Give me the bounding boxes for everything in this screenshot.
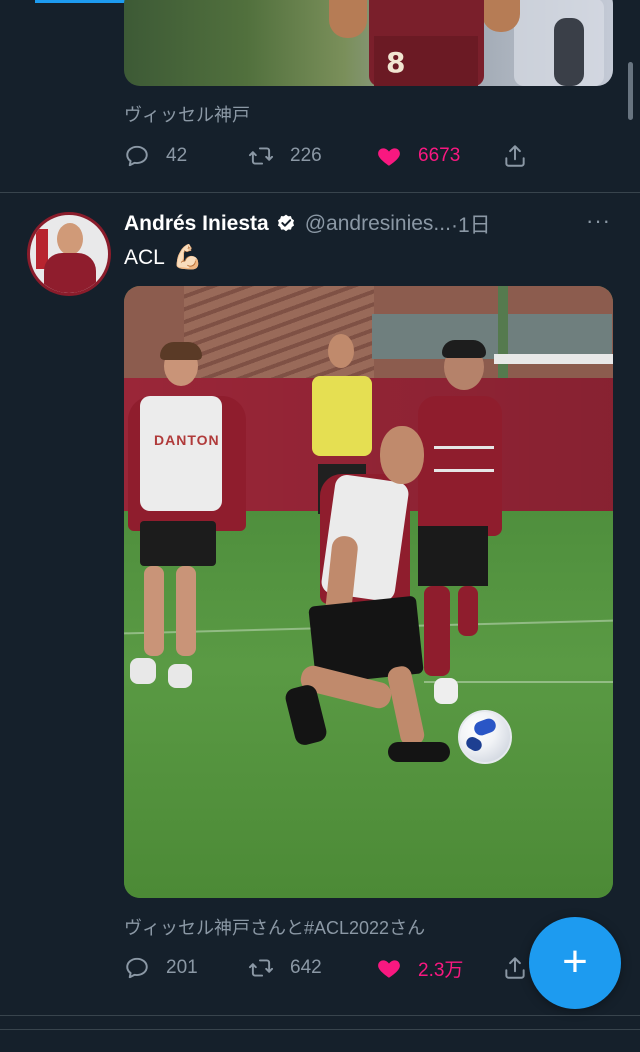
photo-window <box>372 314 612 359</box>
retweet-button[interactable]: 226 <box>248 141 322 171</box>
photo-player-right-hair <box>442 340 486 358</box>
like-count: 2.3万 <box>418 959 464 981</box>
handle[interactable]: @andresinies... <box>305 212 451 236</box>
avatar-jersey <box>44 253 96 293</box>
heart-icon <box>378 148 400 166</box>
verified-badge-icon <box>277 214 294 232</box>
photo-main-player-head <box>380 426 424 484</box>
tweet-action-bar: 201 642 2.3万 <box>124 953 534 983</box>
retweet-count: 642 <box>290 957 322 978</box>
photo-bib-text: DANTON <box>154 432 220 448</box>
photo-player-yellow <box>328 334 354 368</box>
photo-player-right-shoe <box>434 678 458 704</box>
reply-button[interactable]: 201 <box>124 953 198 983</box>
media-player-arm <box>329 0 367 38</box>
previous-tweet-social-context[interactable]: ヴィッセル神戸 <box>124 101 250 127</box>
tweet-media-photo[interactable]: DANTON <box>124 286 613 898</box>
more-options-icon[interactable]: ··· <box>586 208 611 234</box>
tweet-header: Andrés Iniesta @andresinies... ·1日 <box>124 210 614 238</box>
reply-icon <box>126 957 148 979</box>
previous-tweet-action-bar: 42 226 6673 <box>124 141 534 171</box>
photo-player-left-shoe <box>130 658 156 684</box>
share-icon <box>505 957 525 979</box>
avatar-head <box>57 223 83 255</box>
like-count: 6673 <box>418 145 461 166</box>
photo-player-left-bib <box>140 396 222 511</box>
retweet-icon <box>248 147 274 165</box>
photo-player-right-sock <box>424 586 450 676</box>
tweet-tag-context[interactable]: ヴィッセル神戸さんと#ACL2022さん <box>124 914 425 940</box>
display-name[interactable]: Andrés Iniesta <box>124 212 269 236</box>
photo-player-left-hair <box>160 342 202 360</box>
share-button[interactable] <box>502 141 528 171</box>
like-button[interactable]: 2.3万 <box>376 953 463 983</box>
tweet-text: ACL 💪🏻 <box>124 243 203 272</box>
tweet-divider <box>0 1015 640 1016</box>
reply-count: 201 <box>166 957 198 978</box>
share-icon <box>505 145 525 167</box>
photo-main-player-shoe <box>388 742 450 762</box>
retweet-button[interactable]: 642 <box>248 953 322 983</box>
tweet-divider <box>0 1029 640 1030</box>
retweet-count: 226 <box>290 145 322 166</box>
tweet-divider <box>0 192 640 193</box>
photo-player-left-leg <box>176 566 196 656</box>
plus-icon: + <box>562 937 588 986</box>
photo-player-yellow-bib <box>312 376 372 456</box>
reply-button[interactable]: 42 <box>124 141 187 171</box>
retweet-icon <box>248 959 274 977</box>
photo-football <box>458 710 512 764</box>
jersey-number: 8 <box>386 46 406 79</box>
like-button[interactable]: 6673 <box>376 141 460 171</box>
scrollbar[interactable] <box>628 62 633 120</box>
timestamp[interactable]: ·1日 <box>451 209 491 239</box>
compose-tweet-button[interactable]: + <box>529 917 621 1009</box>
top-progress-indicator <box>35 0 125 3</box>
flexed-biceps-emoji: 💪🏻 <box>172 244 203 271</box>
photo-player-right-sponsor <box>434 446 494 472</box>
photo-player-right-shorts <box>418 526 488 586</box>
photo-pole <box>498 286 508 381</box>
photo-player-right-sock <box>458 586 478 636</box>
avatar[interactable] <box>27 212 111 296</box>
heart-icon <box>378 960 400 978</box>
share-button[interactable] <box>502 953 528 983</box>
tweet-text-content: ACL <box>124 245 165 269</box>
previous-tweet-media[interactable]: 8 <box>124 0 613 86</box>
photo-player-left-shoe <box>168 664 192 688</box>
photo-player-left-leg <box>144 566 164 656</box>
media-background-figure <box>554 18 584 86</box>
photo-rail <box>494 354 613 364</box>
reply-icon <box>126 145 148 167</box>
photo-scene: DANTON <box>124 286 613 898</box>
timeline-screen: 8 ヴィッセル神戸 42 226 6673 Andrés Iniesta @an… <box>0 0 640 1052</box>
photo-player-left-shorts <box>140 521 216 566</box>
reply-count: 42 <box>166 145 188 166</box>
